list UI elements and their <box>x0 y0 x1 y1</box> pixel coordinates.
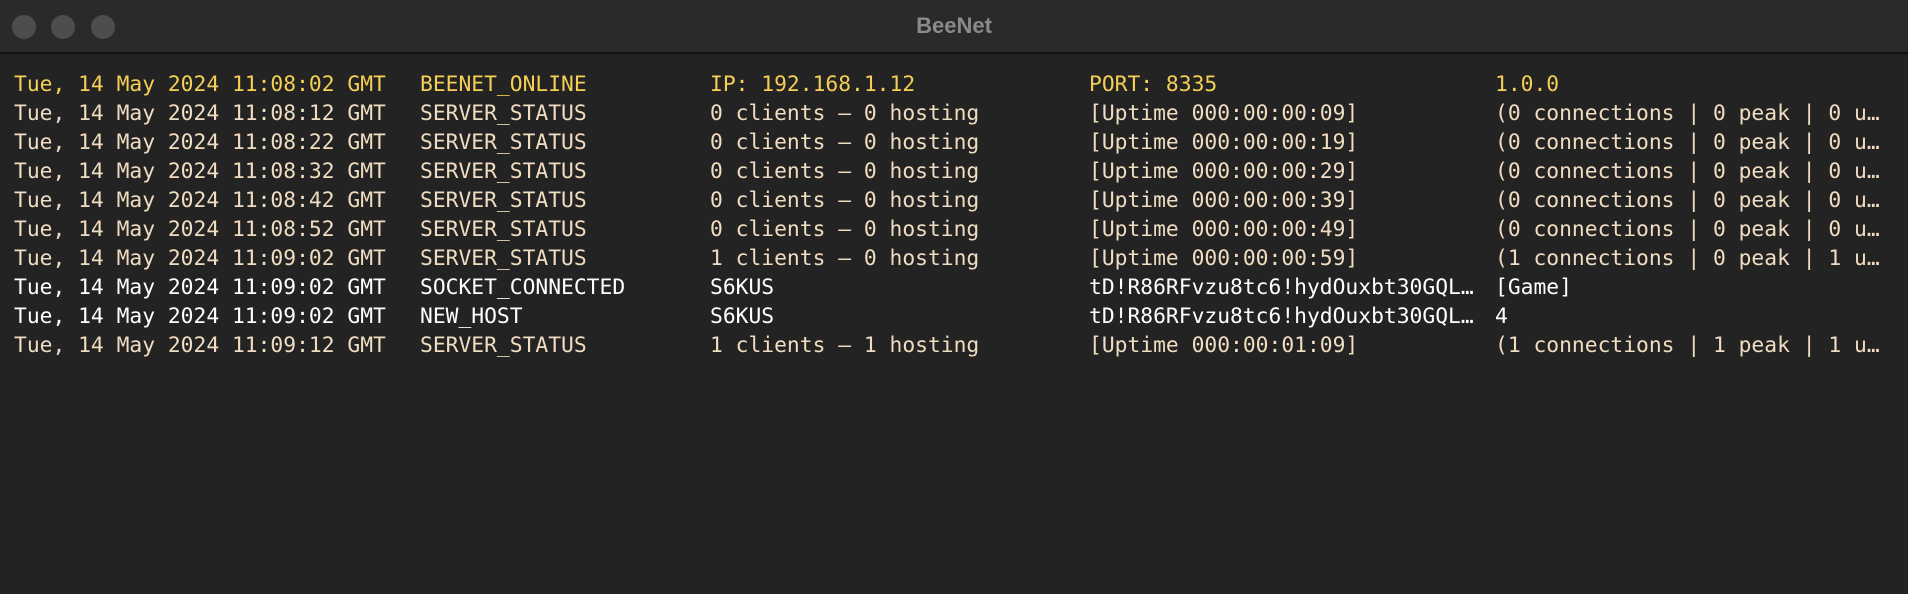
beenet-window: BeeNet Tue, 14 May 2024 11:08:02 GMT BEEN… <box>0 0 1908 594</box>
log-extra: (0 connections | 0 peak | 0 u… <box>1495 101 1880 126</box>
log-extra: (1 connections | 1 peak | 1 u… <box>1495 333 1880 358</box>
log-output[interactable]: Tue, 14 May 2024 11:08:02 GMT BEENET_ONLI… <box>14 70 1908 360</box>
log-row: Tue, 14 May 2024 11:08:42 GMT SERVER_STAT… <box>14 186 1908 215</box>
log-extra: 1.0.0 <box>1495 72 1560 97</box>
log-detail: 0 clients – 0 hosting <box>710 159 980 184</box>
log-timestamp: Tue, 14 May 2024 11:08:42 GMT <box>14 188 386 213</box>
log-row: Tue, 14 May 2024 11:09:12 GMT SERVER_STAT… <box>14 331 1908 360</box>
log-info: tD!R86RFvzu8tc6!hydOuxbt30GQL… <box>1089 304 1474 329</box>
window-title: BeeNet <box>916 13 992 38</box>
log-info: [Uptime 000:00:00:49] <box>1089 217 1359 242</box>
log-detail: 0 clients – 0 hosting <box>710 101 980 126</box>
log-info: [Uptime 000:00:00:59] <box>1089 246 1359 271</box>
log-event: SERVER_STATUS <box>420 130 587 155</box>
log-extra: (1 connections | 0 peak | 1 u… <box>1495 246 1880 271</box>
log-info: tD!R86RFvzu8tc6!hydOuxbt30GQL… <box>1089 275 1474 300</box>
log-timestamp: Tue, 14 May 2024 11:09:02 GMT <box>14 275 386 300</box>
log-event: SERVER_STATUS <box>420 101 587 126</box>
log-extra: (0 connections | 0 peak | 0 u… <box>1495 159 1880 184</box>
log-row: Tue, 14 May 2024 11:08:12 GMT SERVER_STAT… <box>14 99 1908 128</box>
log-info: [Uptime 000:00:00:19] <box>1089 130 1359 155</box>
log-detail: 0 clients – 0 hosting <box>710 217 980 242</box>
log-timestamp: Tue, 14 May 2024 11:08:22 GMT <box>14 130 386 155</box>
log-timestamp: Tue, 14 May 2024 11:08:02 GMT <box>14 72 386 97</box>
log-timestamp: Tue, 14 May 2024 11:08:12 GMT <box>14 101 386 126</box>
log-event: SERVER_STATUS <box>420 188 587 213</box>
log-row: Tue, 14 May 2024 11:08:32 GMT SERVER_STAT… <box>14 157 1908 186</box>
log-extra: (0 connections | 0 peak | 0 u… <box>1495 188 1880 213</box>
log-extra: 4 <box>1495 304 1508 329</box>
log-timestamp: Tue, 14 May 2024 11:08:32 GMT <box>14 159 386 184</box>
log-row: Tue, 14 May 2024 11:08:02 GMT BEENET_ONLI… <box>14 70 1908 99</box>
log-event: SERVER_STATUS <box>420 333 587 358</box>
log-row: Tue, 14 May 2024 11:09:02 GMT SOCKET_CONN… <box>14 273 1908 302</box>
log-detail: 1 clients – 1 hosting <box>710 333 980 358</box>
log-extra: (0 connections | 0 peak | 0 u… <box>1495 130 1880 155</box>
log-row: Tue, 14 May 2024 11:09:02 GMT SERVER_STAT… <box>14 244 1908 273</box>
log-timestamp: Tue, 14 May 2024 11:09:02 GMT <box>14 246 386 271</box>
log-info: [Uptime 000:00:00:09] <box>1089 101 1359 126</box>
log-event: SERVER_STATUS <box>420 159 587 184</box>
log-detail: IP: 192.168.1.12 <box>710 72 916 97</box>
log-timestamp: Tue, 14 May 2024 11:09:12 GMT <box>14 333 386 358</box>
log-info: [Uptime 000:00:00:39] <box>1089 188 1359 213</box>
log-event: SERVER_STATUS <box>420 217 587 242</box>
log-event: BEENET_ONLINE <box>420 72 587 97</box>
title-bar[interactable]: BeeNet <box>0 0 1908 54</box>
log-timestamp: Tue, 14 May 2024 11:09:02 GMT <box>14 304 386 329</box>
log-event: SERVER_STATUS <box>420 246 587 271</box>
log-extra: (0 connections | 0 peak | 0 u… <box>1495 217 1880 242</box>
log-extra: [Game] <box>1495 275 1572 300</box>
log-row: Tue, 14 May 2024 11:08:22 GMT SERVER_STAT… <box>14 128 1908 157</box>
log-event: SOCKET_CONNECTED <box>420 275 626 300</box>
log-detail: S6KUS <box>710 304 775 329</box>
log-event: NEW_HOST <box>420 304 523 329</box>
log-detail: S6KUS <box>710 275 775 300</box>
log-detail: 1 clients – 0 hosting <box>710 246 980 271</box>
log-info: [Uptime 000:00:01:09] <box>1089 333 1359 358</box>
log-detail: 0 clients – 0 hosting <box>710 188 980 213</box>
log-timestamp: Tue, 14 May 2024 11:08:52 GMT <box>14 217 386 242</box>
log-info: PORT: 8335 <box>1089 72 1218 97</box>
log-row: Tue, 14 May 2024 11:08:52 GMT SERVER_STAT… <box>14 215 1908 244</box>
log-row: Tue, 14 May 2024 11:09:02 GMT NEW_HOST S6K… <box>14 302 1908 331</box>
log-info: [Uptime 000:00:00:29] <box>1089 159 1359 184</box>
log-detail: 0 clients – 0 hosting <box>710 130 980 155</box>
